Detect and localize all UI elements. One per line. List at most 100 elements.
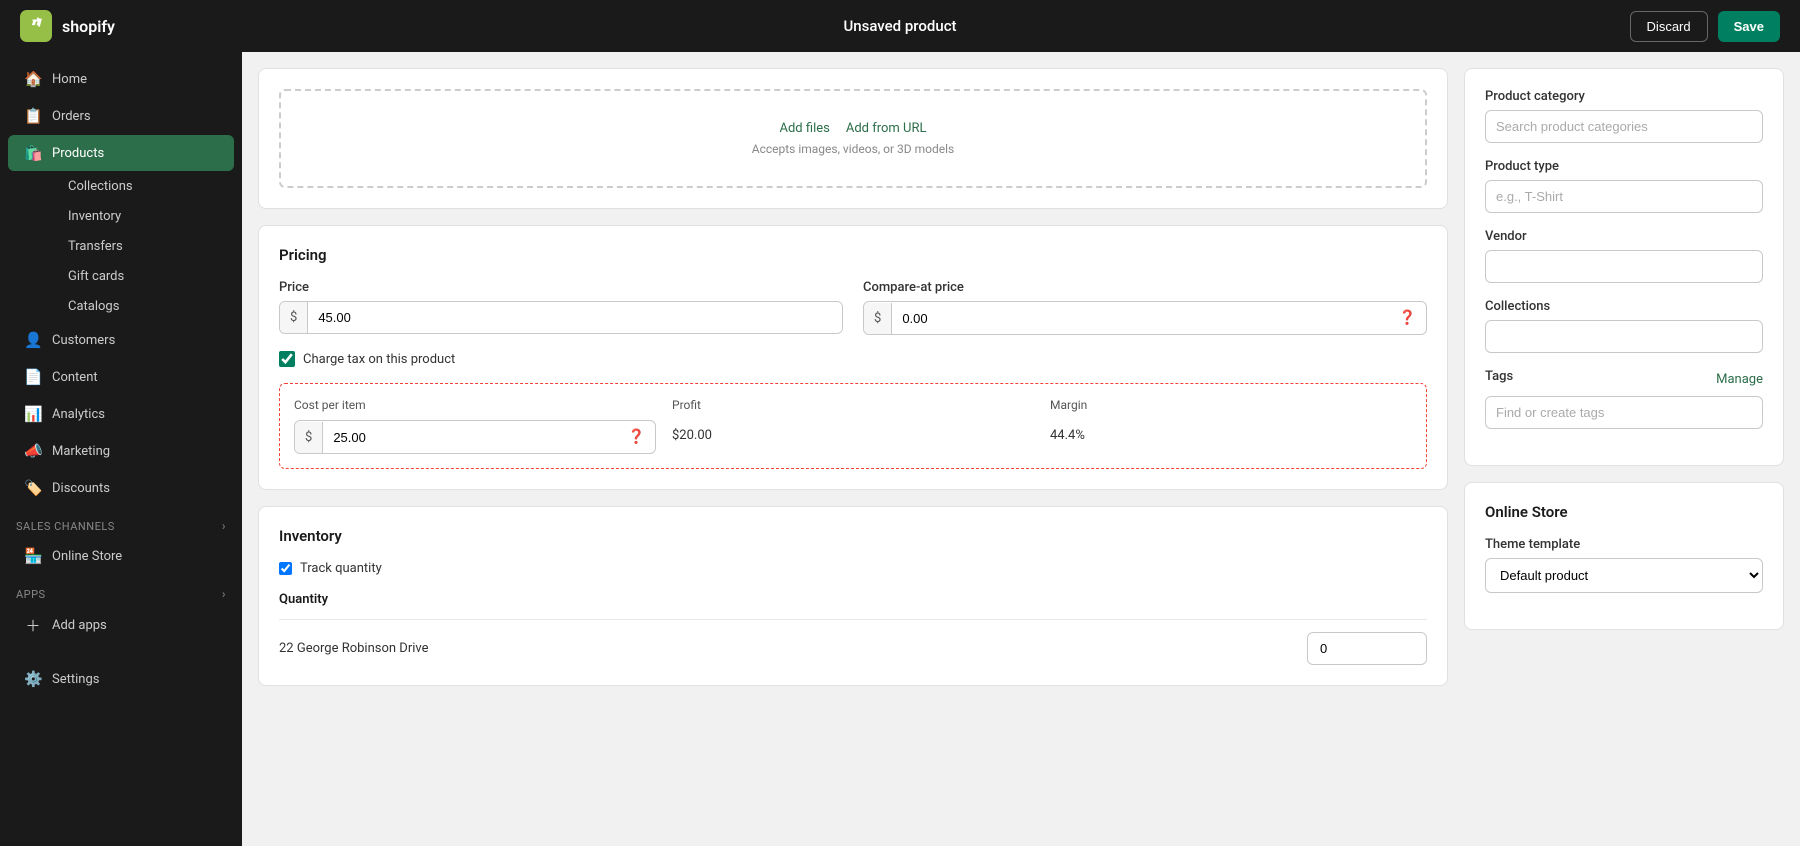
sidebar-item-label: Content xyxy=(52,370,98,385)
theme-template-field: Theme template Default product Custom te… xyxy=(1485,537,1763,593)
add-files-link[interactable]: Add files xyxy=(780,121,830,136)
tags-label: Tags xyxy=(1485,369,1513,384)
inventory-card: Inventory Track quantity Quantity 22 Geo… xyxy=(258,506,1448,686)
main-column: Add files Add from URL Accepts images, v… xyxy=(258,68,1448,830)
sidebar-item-online-store[interactable]: 🏪 Online Store xyxy=(8,538,234,574)
compare-at-input[interactable] xyxy=(892,303,1388,334)
sidebar-item-label: Settings xyxy=(52,672,99,687)
help-icon[interactable]: ❓ xyxy=(1389,302,1426,334)
inventory-heading: Inventory xyxy=(279,527,1427,545)
discounts-icon: 🏷️ xyxy=(24,479,42,497)
media-card: Add files Add from URL Accepts images, v… xyxy=(258,68,1448,209)
track-quantity-checkbox[interactable] xyxy=(279,562,292,575)
product-category-field: Product category xyxy=(1485,89,1763,143)
sidebar-item-collections[interactable]: Collections xyxy=(24,172,234,201)
sidebar-item-label: Marketing xyxy=(52,444,110,459)
products-icon: 🛍️ xyxy=(24,144,42,162)
sidebar-item-label: Discounts xyxy=(52,481,110,496)
sidebar-item-marketing[interactable]: 📣 Marketing xyxy=(8,433,234,469)
collections-field: Collections xyxy=(1485,299,1763,353)
sidebar-item-orders[interactable]: 📋 Orders xyxy=(8,98,234,134)
location-label: 22 George Robinson Drive xyxy=(279,641,429,656)
sidebar-item-label: Online Store xyxy=(52,549,122,564)
online-store-card: Online Store Theme template Default prod… xyxy=(1464,482,1784,630)
apps-label: Apps › xyxy=(0,575,242,605)
pricing-heading: Pricing xyxy=(279,246,1427,264)
sidebar-item-add-apps[interactable]: ＋ Add apps xyxy=(8,606,234,645)
theme-template-select[interactable]: Default product Custom template xyxy=(1485,558,1763,593)
compare-at-price-label: Compare-at price xyxy=(863,280,1427,295)
quantity-heading: Quantity xyxy=(279,592,1427,607)
customers-icon: 👤 xyxy=(24,331,42,349)
cost-help-icon[interactable]: ❓ xyxy=(618,421,655,453)
chevron-right-icon[interactable]: › xyxy=(222,519,226,533)
cost-per-item-input[interactable] xyxy=(323,422,617,453)
orders-icon: 📋 xyxy=(24,107,42,125)
sidebar-item-label: Analytics xyxy=(52,407,105,422)
product-organization-card: Product category Product type Vendor Col… xyxy=(1464,68,1784,466)
cost-per-item-label: Cost per item xyxy=(294,398,656,412)
add-from-url-link[interactable]: Add from URL xyxy=(846,121,927,136)
price-prefix: $ xyxy=(280,302,308,333)
tags-input[interactable] xyxy=(1485,396,1763,429)
charge-tax-checkbox[interactable] xyxy=(279,351,295,367)
quantity-input[interactable] xyxy=(1307,632,1427,665)
vendor-field: Vendor xyxy=(1485,229,1763,283)
margin-section: Margin 44.4% xyxy=(1050,398,1412,454)
sidebar-item-label: Orders xyxy=(52,109,91,124)
sidebar-item-label: Products xyxy=(52,146,104,161)
chevron-right-icon-2[interactable]: › xyxy=(222,587,226,601)
page-title: Unsaved product xyxy=(843,17,956,35)
sidebar-item-customers[interactable]: 👤 Customers xyxy=(8,322,234,358)
sidebar-item-settings[interactable]: ⚙️ Settings xyxy=(8,661,234,697)
sidebar-item-home[interactable]: 🏠 Home xyxy=(8,61,234,97)
cost-per-item-section: Cost per item $ ❓ xyxy=(294,398,656,454)
collections-label: Collections xyxy=(1485,299,1763,314)
sidebar-item-products[interactable]: 🛍️ Products xyxy=(8,135,234,171)
tags-manage-link[interactable]: Manage xyxy=(1716,372,1763,387)
products-subitems: Collections Inventory Transfers Gift car… xyxy=(0,172,242,321)
charge-tax-row: Charge tax on this product xyxy=(279,351,1427,367)
media-hint: Accepts images, videos, or 3D models xyxy=(311,142,1395,156)
topbar: shopify Unsaved product Discard Save xyxy=(0,0,1800,52)
sidebar-item-catalogs[interactable]: Catalogs xyxy=(24,292,234,321)
price-input[interactable] xyxy=(308,302,842,333)
sidebar-item-label: Customers xyxy=(52,333,115,348)
collections-input[interactable] xyxy=(1485,320,1763,353)
sidebar-item-analytics[interactable]: 📊 Analytics xyxy=(8,396,234,432)
sidebar-item-label: Home xyxy=(52,72,87,87)
sidebar-item-transfers[interactable]: Transfers xyxy=(24,232,234,261)
track-quantity-label: Track quantity xyxy=(300,561,382,576)
profit-section: Profit $20.00 xyxy=(672,398,1034,454)
cost-margin-grid: Cost per item $ ❓ Profit $20.00 xyxy=(294,398,1412,454)
marketing-icon: 📣 xyxy=(24,442,42,460)
sidebar-item-content[interactable]: 📄 Content xyxy=(8,359,234,395)
analytics-icon: 📊 xyxy=(24,405,42,423)
product-type-input[interactable] xyxy=(1485,180,1763,213)
product-type-field: Product type xyxy=(1485,159,1763,213)
sidebar: 🏠 Home 📋 Orders 🛍️ Products Collections … xyxy=(0,52,242,846)
price-input-wrapper: $ xyxy=(279,301,843,334)
cost-prefix: $ xyxy=(295,422,323,453)
media-upload-links: Add files Add from URL xyxy=(311,121,1395,136)
vendor-input[interactable] xyxy=(1485,250,1763,283)
sidebar-item-gift-cards[interactable]: Gift cards xyxy=(24,262,234,291)
topbar-actions: Discard Save xyxy=(1630,11,1780,42)
media-upload-area: Add files Add from URL Accepts images, v… xyxy=(279,89,1427,188)
tags-header: Tags Manage xyxy=(1485,369,1763,390)
content-icon: 📄 xyxy=(24,368,42,386)
sales-channels-label: Sales channels › xyxy=(0,507,242,537)
product-category-input[interactable] xyxy=(1485,110,1763,143)
logo-text: shopify xyxy=(62,17,115,36)
sidebar-item-inventory[interactable]: Inventory xyxy=(24,202,234,231)
content-area: Add files Add from URL Accepts images, v… xyxy=(242,52,1800,846)
settings-icon: ⚙️ xyxy=(24,670,42,688)
compare-at-price-field: Compare-at price $ ❓ xyxy=(863,280,1427,335)
theme-template-label: Theme template xyxy=(1485,537,1763,552)
save-button[interactable]: Save xyxy=(1718,11,1780,42)
product-type-label: Product type xyxy=(1485,159,1763,174)
discard-button[interactable]: Discard xyxy=(1630,11,1708,42)
sidebar-item-discounts[interactable]: 🏷️ Discounts xyxy=(8,470,234,506)
online-store-heading: Online Store xyxy=(1485,503,1763,521)
vendor-label: Vendor xyxy=(1485,229,1763,244)
